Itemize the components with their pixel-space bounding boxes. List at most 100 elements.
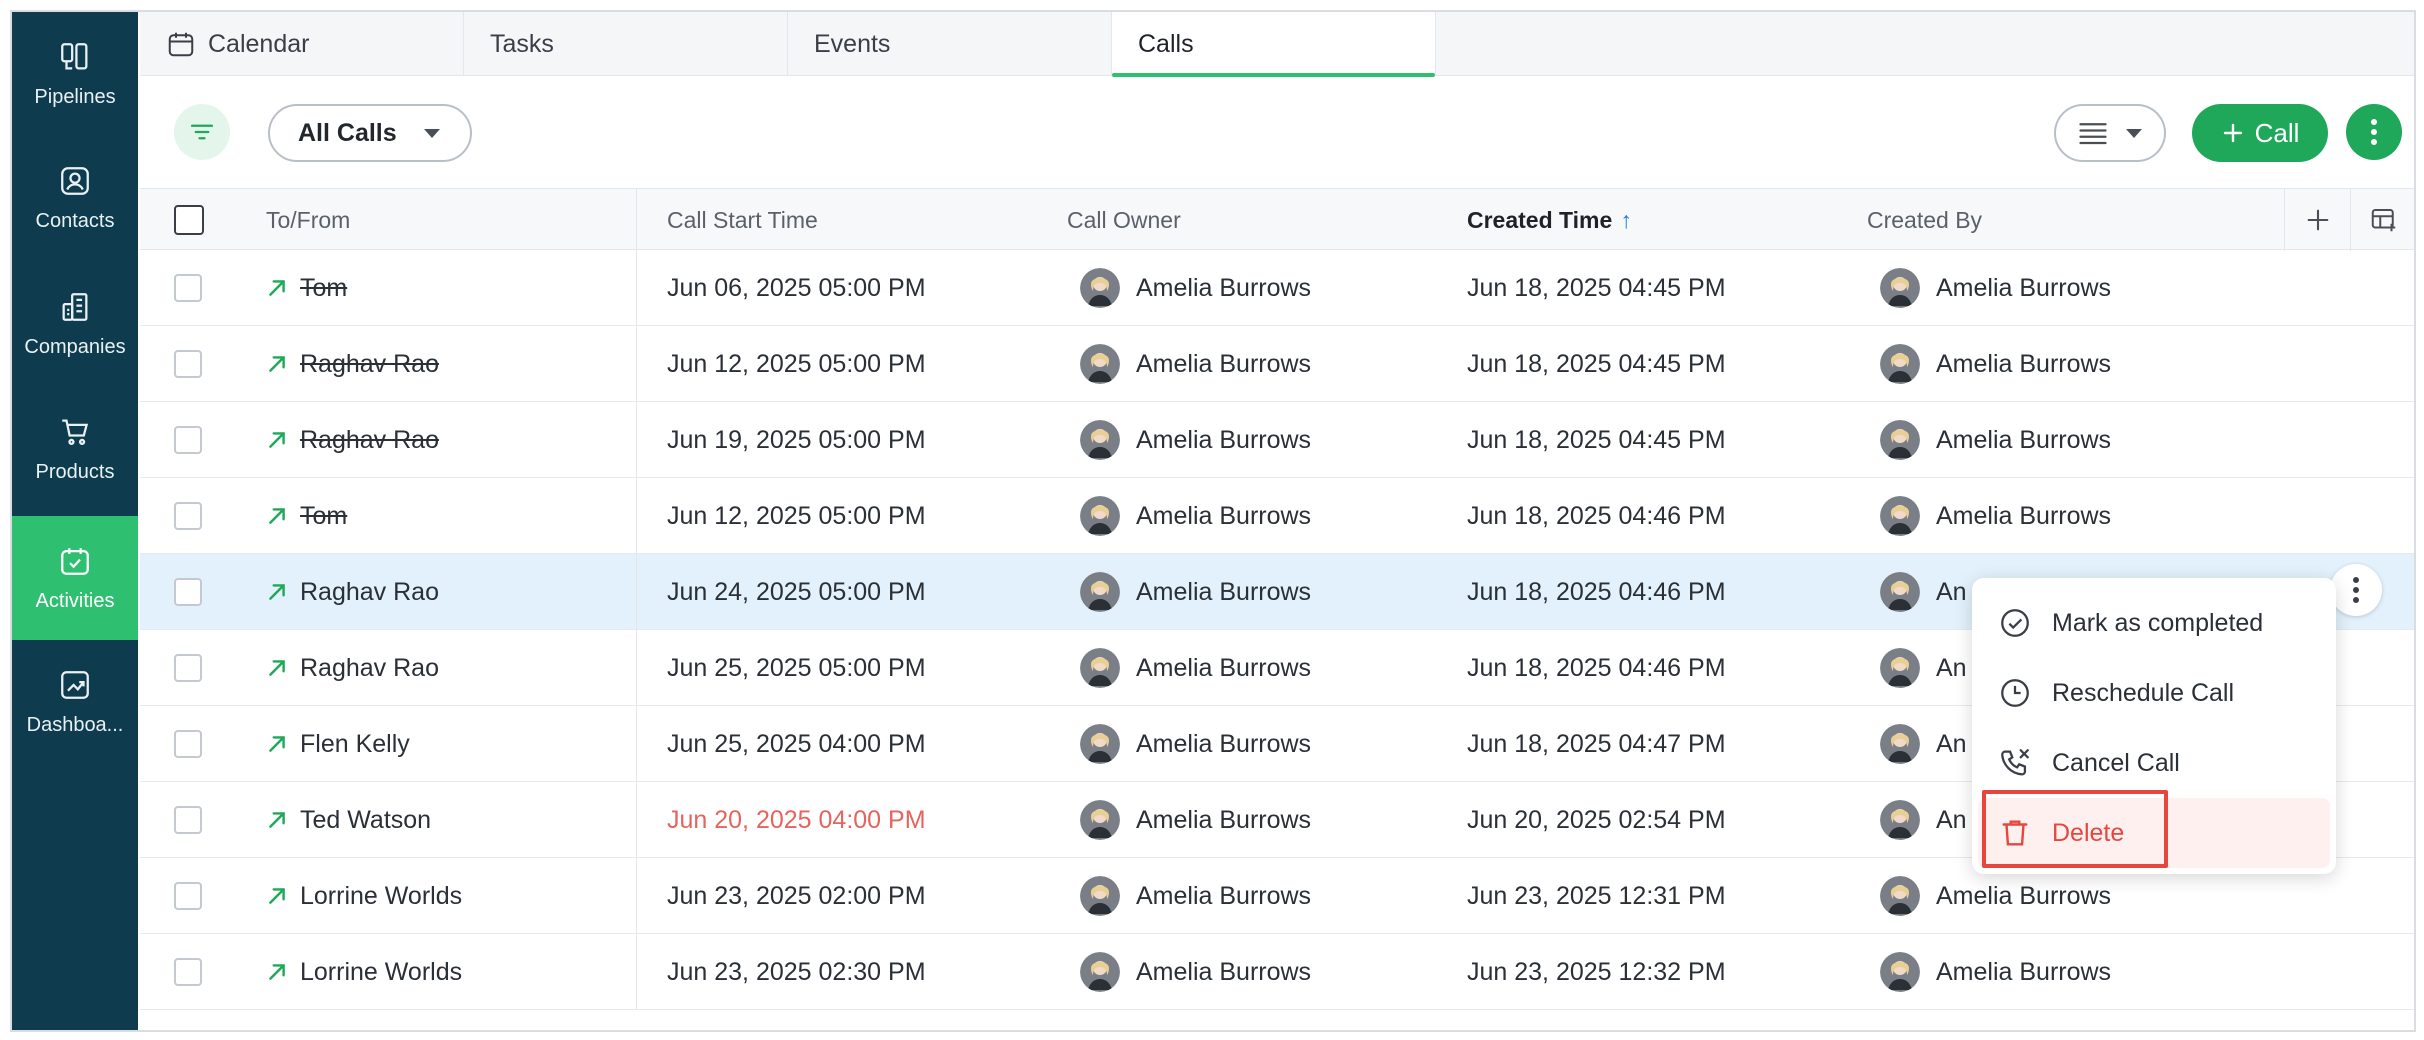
- contacts-icon: [61, 166, 89, 195]
- call-start-time: Jun 25, 2025 05:00 PM: [667, 653, 926, 682]
- table-row[interactable]: Raghav Rao Jun 12, 2025 05:00 PM Amelia …: [140, 326, 2414, 402]
- view-selector-dropdown[interactable]: All Calls: [268, 104, 472, 162]
- manage-columns-button[interactable]: [2350, 189, 2414, 251]
- table-row[interactable]: Tom Jun 06, 2025 05:00 PM Amelia Burrows…: [140, 250, 2414, 326]
- sidebar-item-activities[interactable]: Activities: [12, 516, 138, 640]
- row-checkbox[interactable]: [174, 502, 202, 530]
- menu-item-cancel-call[interactable]: Cancel Call: [1972, 728, 2336, 798]
- to-from-cell[interactable]: Raghav Rao: [266, 326, 439, 402]
- add-column-button[interactable]: [2284, 189, 2350, 251]
- tab-calls[interactable]: Calls: [1112, 12, 1436, 77]
- created-by-name: Amelia Burrows: [1936, 349, 2112, 378]
- to-from-cell[interactable]: Lorrine Worlds: [266, 858, 462, 934]
- to-from-name[interactable]: Tom: [300, 502, 347, 531]
- to-from-name[interactable]: Ted Watson: [300, 806, 431, 835]
- to-from-cell[interactable]: Tom: [266, 250, 347, 326]
- row-checkbox[interactable]: [174, 730, 202, 758]
- table-row[interactable]: Raghav Rao Jun 19, 2025 05:00 PM Amelia …: [140, 402, 2414, 478]
- to-from-name[interactable]: Raghav Rao: [300, 654, 439, 683]
- to-from-cell[interactable]: Raghav Rao: [266, 402, 439, 478]
- created-time-cell: Jun 18, 2025 04:45 PM: [1467, 326, 1726, 402]
- avatar: [1880, 572, 1920, 612]
- avatar: [1080, 268, 1120, 308]
- column-divider: [636, 250, 637, 1010]
- call-owner-cell: Amelia Burrows: [1080, 706, 1311, 782]
- toolbar: All Calls Call: [140, 76, 2414, 188]
- call-owner-cell: Amelia Burrows: [1080, 554, 1311, 630]
- call-owner-cell: Amelia Burrows: [1080, 934, 1311, 1010]
- to-from-name[interactable]: Raghav Rao: [300, 578, 439, 607]
- to-from-cell[interactable]: Flen Kelly: [266, 706, 410, 782]
- row-checkbox[interactable]: [174, 882, 202, 910]
- created-time: Jun 18, 2025 04:45 PM: [1467, 349, 1726, 378]
- call-start-time-cell: Jun 23, 2025 02:30 PM: [667, 934, 926, 1010]
- list-view-toggle[interactable]: [2054, 104, 2166, 162]
- call-start-time-cell: Jun 25, 2025 04:00 PM: [667, 706, 926, 782]
- created-time: Jun 23, 2025 12:32 PM: [1467, 957, 1726, 986]
- created-time: Jun 23, 2025 12:31 PM: [1467, 881, 1726, 910]
- select-all-checkbox[interactable]: [174, 205, 204, 235]
- column-header-created-by[interactable]: Created By: [1867, 189, 1982, 251]
- dashboard-icon: [61, 670, 89, 699]
- table-row[interactable]: Lorrine Worlds Jun 23, 2025 02:30 PM Ame…: [140, 934, 2414, 1010]
- row-checkbox[interactable]: [174, 578, 202, 606]
- avatar: [1880, 268, 1920, 308]
- created-by-name: An: [1936, 653, 1967, 682]
- tab-events[interactable]: Events: [788, 12, 1112, 76]
- row-checkbox-cell: [174, 858, 202, 934]
- call-start-time-cell: Jun 25, 2025 05:00 PM: [667, 630, 926, 706]
- to-from-name[interactable]: Lorrine Worlds: [300, 882, 462, 911]
- call-owner-name: Amelia Burrows: [1136, 425, 1312, 454]
- created-time-cell: Jun 23, 2025 12:32 PM: [1467, 934, 1726, 1010]
- tab-label: Tasks: [490, 29, 554, 58]
- check-circle-icon: [2001, 609, 2029, 637]
- more-options-button[interactable]: [2346, 104, 2402, 160]
- table-row[interactable]: Tom Jun 12, 2025 05:00 PM Amelia Burrows…: [140, 478, 2414, 554]
- sidebar-item-dashboards[interactable]: Dashboa...: [12, 640, 138, 764]
- to-from-name[interactable]: Raghav Rao: [300, 350, 439, 379]
- row-checkbox[interactable]: [174, 958, 202, 986]
- cart-icon: [62, 419, 89, 445]
- tab-tasks[interactable]: Tasks: [464, 12, 788, 76]
- to-from-name[interactable]: Tom: [300, 274, 347, 303]
- created-by-cell: An: [1880, 630, 1967, 706]
- to-from-name[interactable]: Flen Kelly: [300, 730, 410, 759]
- menu-item-mark-completed[interactable]: Mark as completed: [1972, 588, 2336, 658]
- to-from-name[interactable]: Lorrine Worlds: [300, 958, 462, 987]
- filter-button[interactable]: [174, 104, 230, 160]
- avatar: [1080, 724, 1120, 764]
- row-checkbox[interactable]: [174, 806, 202, 834]
- row-more-options-button[interactable]: [2330, 564, 2382, 616]
- call-owner-name: Amelia Burrows: [1136, 653, 1312, 682]
- to-from-name[interactable]: Raghav Rao: [300, 426, 439, 455]
- to-from-cell[interactable]: Ted Watson: [266, 782, 431, 858]
- call-owner-name: Amelia Burrows: [1136, 881, 1312, 910]
- menu-item-reschedule-call[interactable]: Reschedule Call: [1972, 658, 2336, 728]
- column-header-to-from[interactable]: To/From: [266, 189, 350, 251]
- sidebar-item-products[interactable]: Products: [12, 387, 138, 511]
- to-from-cell[interactable]: Lorrine Worlds: [266, 934, 462, 1010]
- row-checkbox[interactable]: [174, 350, 202, 378]
- sidebar-item-pipelines[interactable]: Pipelines: [12, 12, 138, 136]
- created-by-cell: Amelia Burrows: [1880, 326, 2111, 402]
- row-checkbox[interactable]: [174, 654, 202, 682]
- outgoing-call-arrow-icon: [269, 888, 285, 904]
- tab-label: Calls: [1138, 29, 1194, 58]
- to-from-cell[interactable]: Tom: [266, 478, 347, 554]
- row-checkbox[interactable]: [174, 274, 202, 302]
- activity-tabs: Calendar Tasks Events Calls: [140, 12, 2414, 77]
- sidebar-item-companies[interactable]: Companies: [12, 262, 138, 386]
- tab-label: Events: [814, 29, 891, 58]
- tab-calendar[interactable]: Calendar: [140, 12, 464, 76]
- column-header-call-start-time[interactable]: Call Start Time: [667, 189, 818, 251]
- new-call-button[interactable]: Call: [2192, 104, 2328, 162]
- sidebar-item-contacts[interactable]: Contacts: [12, 136, 138, 260]
- sidebar-item-label: Companies: [24, 335, 126, 358]
- call-owner-cell: Amelia Burrows: [1080, 478, 1311, 554]
- column-header-call-owner[interactable]: Call Owner: [1067, 189, 1181, 251]
- to-from-cell[interactable]: Raghav Rao: [266, 630, 439, 706]
- column-header-created-time[interactable]: Created Time ↑: [1467, 189, 1632, 251]
- row-checkbox[interactable]: [174, 426, 202, 454]
- list-view-icon: [2079, 123, 2107, 145]
- to-from-cell[interactable]: Raghav Rao: [266, 554, 439, 630]
